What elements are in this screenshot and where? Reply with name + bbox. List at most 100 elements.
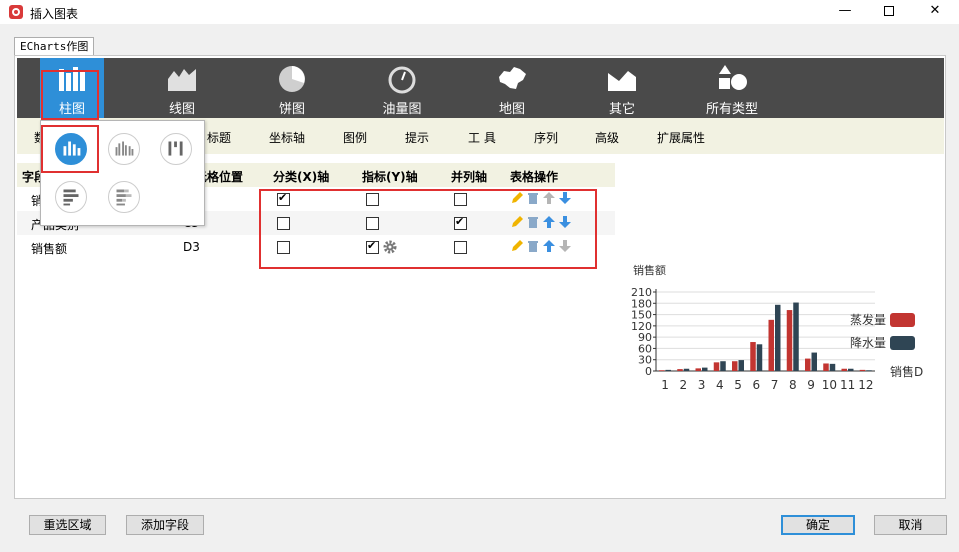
tab-echarts[interactable]: ECharts作图 [14,37,95,56]
x-tick-label: 2 [680,378,688,392]
other-chart-icon [608,71,636,91]
bar [732,361,738,371]
chart-type-pie-chart[interactable]: 饼图 [260,58,324,118]
x-tick-label: 5 [734,378,742,392]
tab-tooltip[interactable]: 提示 [405,129,429,146]
y-tick-label: 120 [631,320,652,333]
area-chart-icon [168,69,196,91]
bar [677,369,683,371]
y-tick-label: 30 [638,354,652,367]
bar [683,368,690,371]
bar [811,352,817,371]
chart-legend: 蒸发量降水量销售D [850,312,923,379]
bar-subtype-horizontal-stacked[interactable] [108,181,140,213]
x-tick-label: 3 [698,378,706,392]
cell-position: D3 [183,240,200,254]
tab-tools[interactable]: 工 具 [468,129,496,146]
highlight-box [41,70,99,120]
bar [823,363,829,371]
reselect-area-button[interactable]: 重选区域 [29,515,106,535]
tab-advanced[interactable]: 高级 [595,129,619,146]
x-tick-label: 9 [807,378,815,392]
legend-label: 降水量 [850,336,886,350]
bar [775,304,781,371]
bar [805,358,811,371]
x-tick-label: 11 [840,378,855,392]
gauge-icon [388,66,416,94]
x-tick-label: 6 [753,378,761,392]
chart-type-label: 饼图 [278,102,305,117]
bar [786,310,793,371]
y-tick-label: 90 [638,331,652,344]
legend-label: 销售D [890,364,923,379]
chart-type-label: 所有类型 [705,102,758,117]
bar [720,361,726,371]
x-tick-label: 7 [771,378,779,392]
add-field-button[interactable]: 添加字段 [126,515,204,535]
x-tick-label: 12 [858,378,873,392]
chart-type-all[interactable]: 所有类型 [700,58,764,118]
chart-type-label: 其它 [608,102,635,117]
chart-type-map[interactable]: 地图 [480,58,544,118]
legend-swatch [890,313,915,327]
cancel-button[interactable]: 取消 [874,515,947,535]
bar-subtype-horizontal[interactable] [55,181,87,213]
x-tick-label: 8 [789,378,797,392]
chart-type-bar: 柱图 线图 饼图 油量图 地图 其它 所有类型 [17,58,944,118]
tab-extended[interactable]: 扩展属性 [657,129,705,146]
y-tick-label: 60 [638,342,652,355]
china-map-icon [499,67,526,89]
horizontal-bar-icon [63,189,79,206]
y-tick-label: 180 [631,297,652,310]
col-ops: 表格操作 [510,170,559,184]
maximize-button[interactable] [866,0,912,24]
bar [848,368,854,371]
chart-type-label: 油量图 [382,102,422,117]
bar-subtype-waterfall[interactable] [160,133,192,165]
bar [866,370,872,371]
x-tick-label: 10 [822,378,837,392]
ok-button[interactable]: 确定 [781,515,855,535]
bar [829,363,836,371]
x-tick-label: 1 [661,378,669,392]
chart-type-label: 线图 [168,102,195,117]
col-y-axis: 指标(Y)轴 [362,170,418,184]
chart-type-other[interactable]: 其它 [590,58,654,118]
tab-series[interactable]: 序列 [534,129,558,146]
chart-title: 销售额 [633,263,666,277]
y-tick-label: 210 [631,286,652,299]
waterfall-bar-icon [168,141,183,156]
chart-type-gauge[interactable]: 油量图 [370,58,434,118]
pie-chart-icon [279,66,305,92]
minimize-button[interactable]: — [822,0,868,24]
bar [768,319,774,371]
bar [659,370,665,371]
y-tick-label: 0 [645,365,652,378]
x-tick-label: 4 [716,378,724,392]
chart-type-line-chart[interactable]: 线图 [150,58,214,118]
y-tick-label: 150 [631,309,652,322]
shapes-icon [719,65,747,90]
bar [738,360,744,371]
horizontal-stacked-bar-icon [116,189,132,206]
window-title: 插入图表 [30,7,79,21]
tab-title[interactable]: 标题 [207,129,231,146]
col-parallel: 并列轴 [451,170,488,184]
bar [859,369,866,371]
close-button[interactable]: ✕ [912,0,958,24]
title-bar: 插入图表 — ✕ [0,0,959,24]
bar [665,369,671,371]
bar [695,368,701,371]
legend-swatch [890,336,915,350]
field-name: 销售额 [31,242,68,256]
bar [750,342,756,371]
bar [756,344,763,371]
highlight-box [41,125,99,173]
tab-axis[interactable]: 坐标轴 [269,129,305,146]
tab-legend[interactable]: 图例 [343,129,367,146]
bar [713,362,720,371]
chart-preview: 销售额 0306090120150180210 1 2 3 4 5 6 7 8 9 10 11 12 … [631,263,923,392]
bar-subtype-grouped[interactable] [108,133,140,165]
maximize-icon [884,5,894,16]
